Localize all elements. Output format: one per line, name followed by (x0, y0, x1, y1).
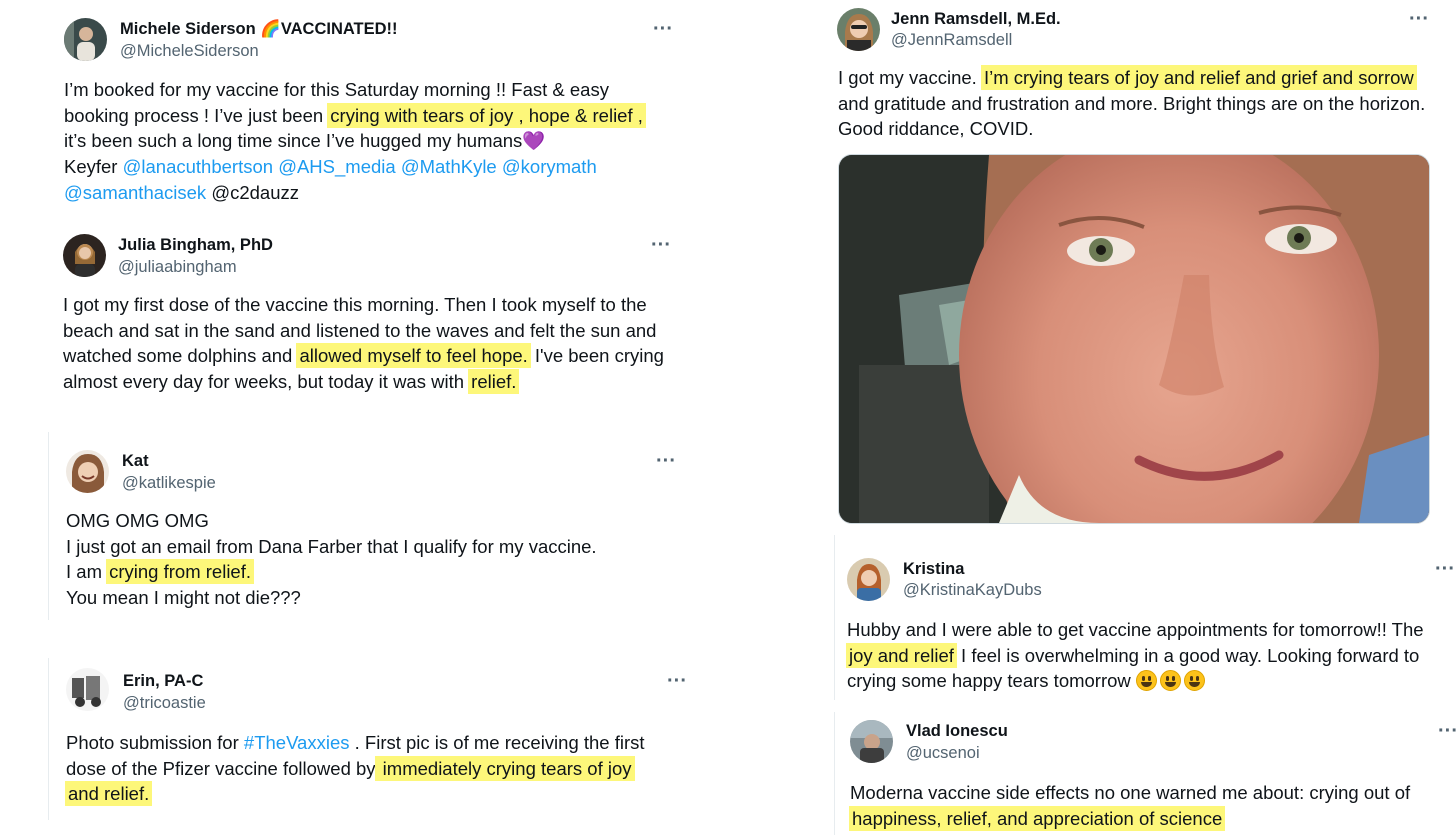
more-options-icon[interactable]: ··· (1409, 9, 1429, 29)
highlight: I’m crying tears of joy and relief and g… (980, 65, 1417, 90)
divider (834, 712, 835, 835)
author-name[interactable]: Michele Siderson 🌈VACCINATED!! (120, 20, 398, 39)
author-handle[interactable]: @tricoastie (123, 694, 206, 713)
tweet-text: Hubby and I were able to get vaccine app… (846, 619, 1424, 692)
mention-link[interactable]: @MathKyle (401, 156, 497, 177)
author-name[interactable]: Kat (122, 452, 149, 471)
more-options-icon[interactable]: ··· (1435, 559, 1455, 579)
author-name[interactable]: Erin, PA-C (123, 672, 203, 691)
author-handle[interactable]: @ucsenoi (906, 744, 980, 763)
mention-link[interactable]: @samanthacisek (64, 182, 206, 203)
more-options-icon[interactable]: ··· (667, 671, 687, 691)
author-name[interactable]: Julia Bingham, PhD (118, 236, 273, 255)
mention-link[interactable]: @AHS_media (278, 156, 396, 177)
tweet-text: I got my vaccine. I’m crying tears of jo… (838, 65, 1426, 140)
avatar[interactable] (64, 18, 107, 61)
highlight: happiness, relief, and appreciation of s… (849, 805, 1226, 831)
author-handle[interactable]: @MicheleSiderson (120, 42, 259, 61)
grinning-face-icon (1135, 670, 1157, 692)
divider (48, 432, 49, 620)
author-handle[interactable]: @juliaabingham (118, 258, 237, 277)
purple-heart-icon: 💜 (522, 130, 546, 152)
author-name[interactable]: Jenn Ramsdell, M.Ed. (891, 10, 1061, 29)
tweet-text: I got my first dose of the vaccine this … (63, 294, 664, 395)
hashtag-link[interactable]: #TheVaxxies (244, 732, 350, 753)
more-options-icon[interactable]: ··· (651, 235, 671, 255)
highlight: relief. (468, 369, 520, 395)
avatar[interactable] (850, 720, 893, 763)
divider (48, 658, 49, 820)
more-options-icon[interactable]: ··· (1438, 721, 1456, 741)
highlight: crying with tears of joy , hope & relief… (327, 102, 646, 128)
grinning-face-icon (1159, 670, 1181, 692)
tweet-text: OMG OMG OMG I just got an email from Dan… (66, 510, 597, 609)
author-name[interactable]: Kristina (903, 560, 964, 579)
author-handle[interactable]: @JennRamsdell (891, 31, 1012, 50)
author-name[interactable]: Vlad Ionescu (906, 722, 1008, 741)
tweet-photo[interactable] (838, 154, 1430, 524)
highlight: allowed myself to feel hope. (296, 343, 531, 369)
avatar[interactable] (66, 450, 109, 493)
highlight: immediately crying tears of joy (374, 755, 635, 781)
grinning-face-icon (1183, 670, 1205, 692)
author-handle[interactable]: @katlikespie (122, 474, 216, 493)
tweet-text: I’m booked for my vaccine for this Satur… (64, 77, 646, 206)
highlight: crying from relief. (106, 559, 254, 585)
avatar[interactable] (837, 8, 880, 51)
divider (834, 535, 835, 700)
author-handle[interactable]: @KristinaKayDubs (903, 581, 1042, 600)
avatar[interactable] (63, 234, 106, 277)
avatar[interactable] (847, 558, 890, 601)
avatar[interactable] (66, 668, 109, 711)
tweet-text: Moderna vaccine side effects no one warn… (849, 782, 1411, 831)
more-options-icon[interactable]: ··· (653, 19, 673, 39)
more-options-icon[interactable]: ··· (656, 451, 676, 471)
mention-link[interactable]: @lanacuthbertson (123, 156, 273, 177)
tweet-text: Photo submission for #TheVaxxies . First… (65, 732, 645, 807)
highlight: joy and relief (846, 642, 957, 668)
highlight: and relief. (65, 781, 153, 807)
mention-link[interactable]: @korymath (502, 156, 597, 177)
